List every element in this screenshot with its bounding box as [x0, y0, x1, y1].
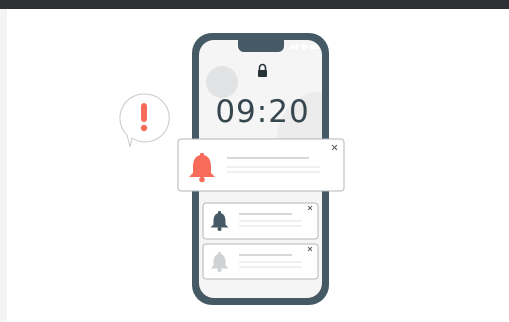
notification-card-3[interactable] — [202, 243, 319, 280]
alert-bubble — [119, 93, 170, 148]
lockscreen-time: 09:20 — [215, 94, 310, 130]
phone-notch — [238, 40, 284, 52]
notification-illustration — [119, 33, 345, 305]
exclamation-icon — [140, 103, 148, 132]
notification-card-1[interactable] — [177, 138, 345, 192]
notification-card-2[interactable] — [202, 202, 319, 240]
